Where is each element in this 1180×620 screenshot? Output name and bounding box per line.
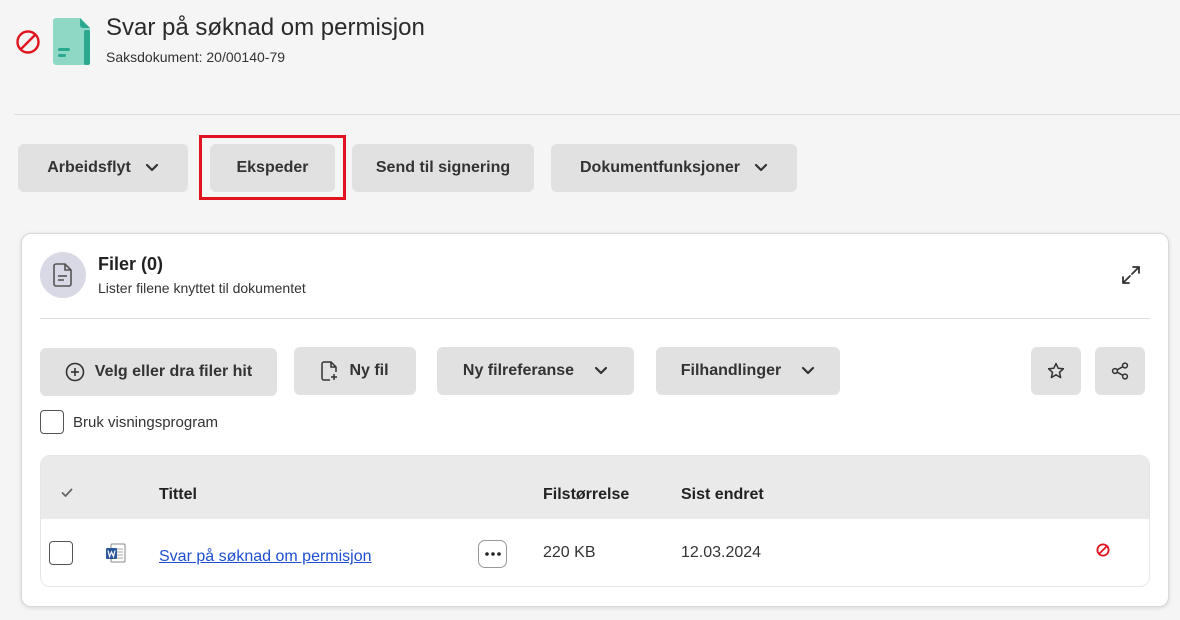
blocked-icon [1096,543,1110,557]
use-viewer-label: Bruk visningsprogram [73,414,219,431]
row-checkbox[interactable] [49,541,73,565]
document-functions-dropdown-button[interactable]: Dokumentfunksjoner [551,144,797,192]
file-actions-label: Filhandlinger [680,362,782,379]
workflow-label: Arbeidsflyt [47,159,131,176]
send-to-signing-label: Send til signering [375,159,511,176]
document-header: Svar på søknad om permisjon Saksdokument… [0,0,1180,115]
select-files-label: Velg eller dra filer hit [94,363,253,380]
favorite-button[interactable] [1031,347,1081,395]
files-title: Filer (0) [98,254,164,274]
files-panel: Filer (0) Lister filene knyttet til doku… [21,233,1169,607]
files-divider [40,318,1150,319]
highlight-box [199,135,346,200]
column-modified[interactable]: Sist endret [681,486,764,504]
chevron-down-icon [145,163,158,172]
files-avatar [40,252,86,298]
chevron-down-icon [802,366,815,375]
file-title-link[interactable]: Svar på søknad om permisjon [159,548,372,566]
page-title: Svar på søknad om permisjon [106,14,425,41]
document-type-icon [53,18,90,65]
chevron-down-icon [754,163,768,172]
new-file-label: Ny fil [349,362,389,379]
use-viewer-checkbox[interactable] [40,410,64,434]
more-options-button[interactable] [478,540,507,568]
header-divider [14,114,1180,115]
new-file-button[interactable]: Ny fil [294,347,416,395]
blocked-icon [16,30,40,54]
workflow-dropdown-button[interactable]: Arbeidsflyt [18,144,188,192]
add-circle-icon [65,362,85,382]
send-to-signing-button[interactable]: Send til signering [352,144,534,192]
column-size[interactable]: Filstørrelse [543,486,629,504]
new-file-reference-dropdown-button[interactable]: Ny filreferanse [437,347,634,395]
star-icon [1047,362,1065,379]
column-title[interactable]: Tittel [159,486,197,504]
table-header: Tittel Filstørrelse Sist endret [41,456,1149,519]
file-icon [53,263,72,287]
document-functions-label: Dokumentfunksjoner [579,159,740,176]
checkmark-icon[interactable] [61,488,73,498]
new-file-icon [321,361,338,381]
share-button[interactable] [1095,347,1145,395]
file-actions-dropdown-button[interactable]: Filhandlinger [656,347,840,395]
files-subtitle: Lister filene knyttet til dokumentet [98,280,306,296]
select-files-button[interactable]: Velg eller dra filer hit [40,348,277,396]
case-document-number: Saksdokument: 20/00140-79 [106,49,286,65]
files-table: Tittel Filstørrelse Sist endret Svar på … [40,455,1150,587]
expand-icon[interactable] [1120,264,1142,286]
word-document-icon [106,543,126,563]
new-file-reference-label: Ny filreferanse [462,362,575,379]
chevron-down-icon [594,366,608,375]
file-size: 220 KB [543,544,596,561]
file-modified-date: 12.03.2024 [681,544,762,561]
more-icon [484,552,501,556]
share-icon [1111,362,1129,380]
